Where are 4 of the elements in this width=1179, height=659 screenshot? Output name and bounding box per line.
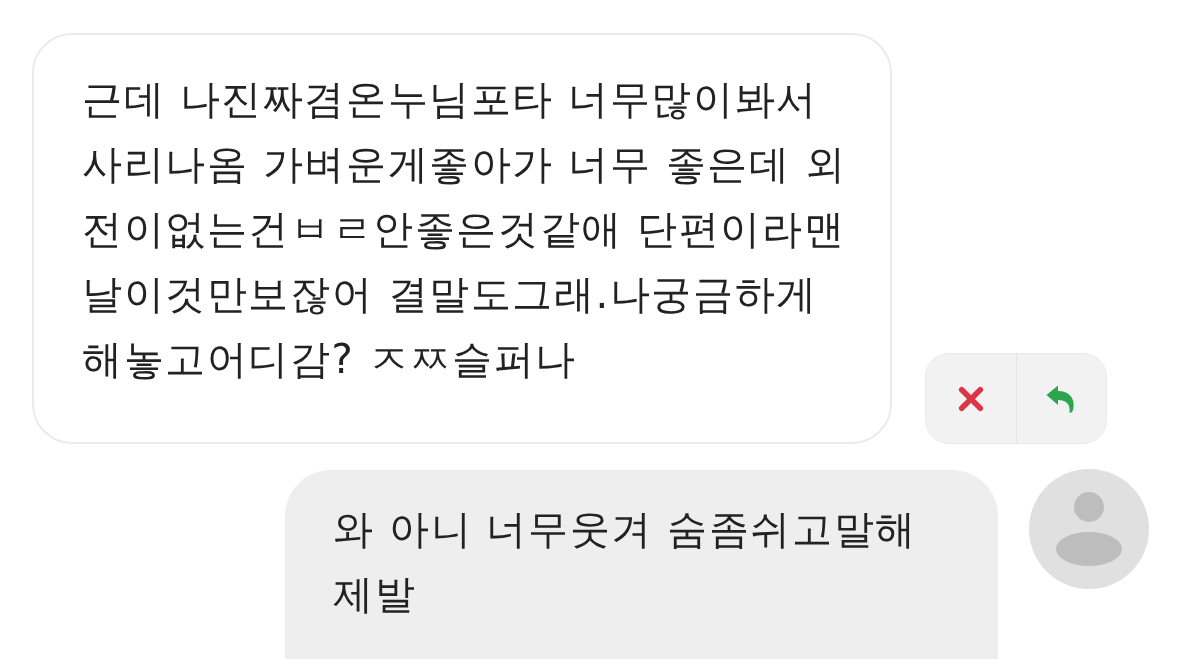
message-text: 근데 나진짜겸온누님포타 너무많이봐서 사리나옴 가벼운게좋아가 너무 좋은데 외전이없는건ㅂㄹ안좋은것같애 단편이라맨날이것만보잖어 결말도그래.나궁금하게 해놓고어디감? ㅈㅉ슬퍼나 [82,75,848,384]
avatar-silhouette-icon [1029,469,1149,589]
close-icon [957,385,984,412]
message-text: 와 아니 너무웃겨 숨좀쉬고말해 제발 [333,505,918,619]
